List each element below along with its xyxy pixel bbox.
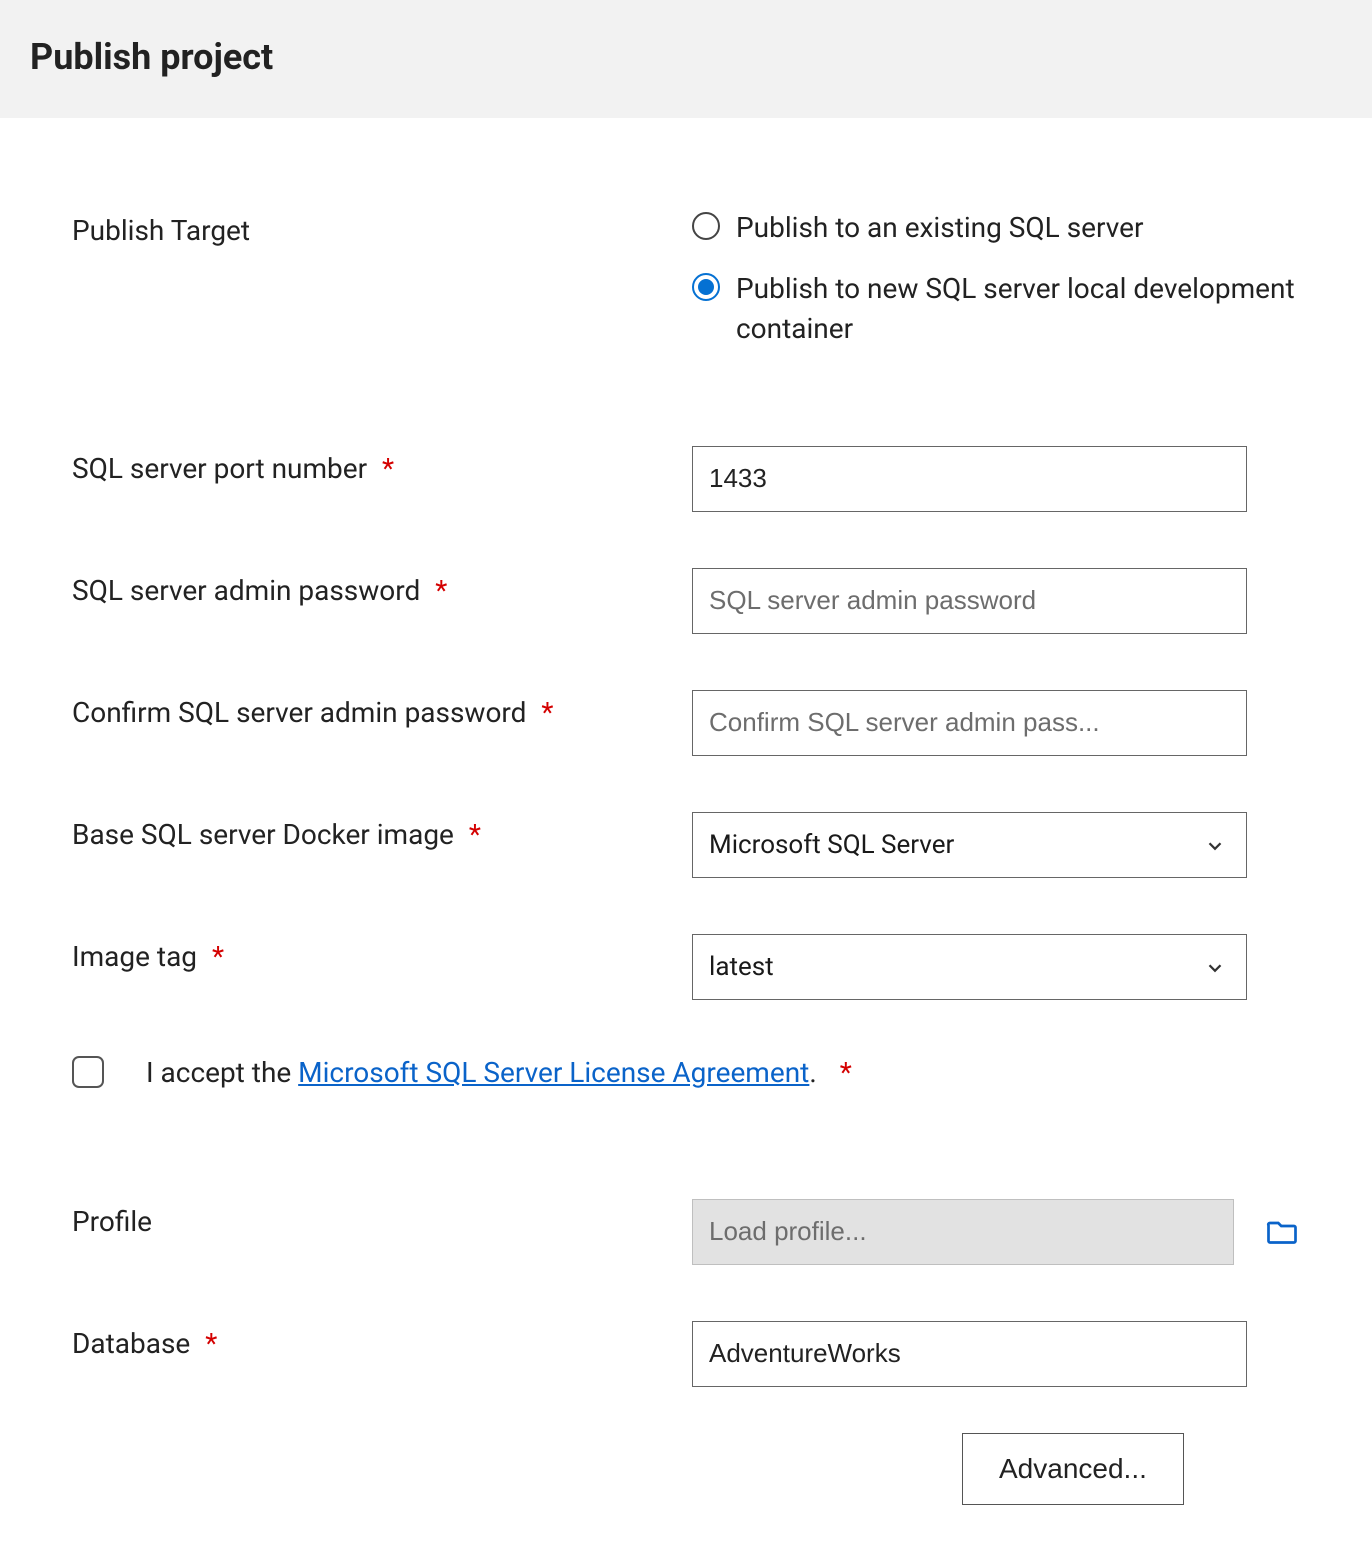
radio-icon [692, 273, 720, 301]
row-admin-password: SQL server admin password * [72, 568, 1300, 634]
label-admin-password-text: SQL server admin password [72, 574, 420, 607]
chevron-down-icon [1204, 834, 1226, 856]
admin-password-input[interactable] [692, 568, 1247, 634]
radio-new-container-label: Publish to new SQL server local developm… [736, 269, 1300, 350]
license-prefix: I accept the [146, 1056, 298, 1089]
image-tag-select[interactable]: latest [692, 934, 1247, 1000]
confirm-password-input[interactable] [692, 690, 1247, 756]
label-port: SQL server port number * [72, 446, 692, 485]
port-input[interactable] [692, 446, 1247, 512]
license-suffix: . [809, 1056, 816, 1089]
label-admin-password: SQL server admin password * [72, 568, 692, 607]
folder-open-icon[interactable] [1264, 1214, 1300, 1250]
required-mark: * [469, 818, 481, 851]
row-docker-image: Base SQL server Docker image * Microsoft… [72, 812, 1300, 878]
label-image-tag-text: Image tag [72, 940, 197, 973]
required-mark: * [212, 940, 224, 973]
row-advanced: Advanced... [962, 1433, 1300, 1505]
database-input[interactable] [692, 1321, 1247, 1387]
required-mark: * [840, 1056, 852, 1089]
label-port-text: SQL server port number [72, 452, 367, 485]
form-body: Publish Target Publish to an existing SQ… [0, 118, 1372, 1565]
required-mark: * [435, 574, 447, 607]
page-title: Publish project [30, 36, 1342, 78]
docker-image-selected: Microsoft SQL Server [709, 830, 954, 860]
image-tag-selected: latest [709, 952, 774, 982]
label-database: Database * [72, 1321, 692, 1360]
label-database-text: Database [72, 1327, 190, 1360]
radio-icon [692, 212, 720, 240]
row-publish-target: Publish Target Publish to an existing SQ… [72, 208, 1300, 350]
row-license-accept: I accept the Microsoft SQL Server Licens… [72, 1056, 1300, 1089]
chevron-down-icon [1204, 956, 1226, 978]
docker-image-select[interactable]: Microsoft SQL Server [692, 812, 1247, 878]
publish-target-radio-group: Publish to an existing SQL server Publis… [692, 208, 1300, 350]
label-profile: Profile [72, 1199, 692, 1238]
radio-new-container[interactable]: Publish to new SQL server local developm… [692, 269, 1300, 350]
radio-existing-sql[interactable]: Publish to an existing SQL server [692, 208, 1300, 249]
label-confirm-password: Confirm SQL server admin password * [72, 690, 692, 729]
dialog-header: Publish project [0, 0, 1372, 118]
row-database: Database * [72, 1321, 1300, 1387]
row-confirm-password: Confirm SQL server admin password * [72, 690, 1300, 756]
required-mark: * [541, 696, 553, 729]
row-port: SQL server port number * [72, 446, 1300, 512]
license-agreement-link[interactable]: Microsoft SQL Server License Agreement [298, 1056, 809, 1089]
label-image-tag: Image tag * [72, 934, 692, 973]
accept-license-checkbox[interactable] [72, 1056, 104, 1088]
license-text: I accept the Microsoft SQL Server Licens… [146, 1056, 852, 1089]
label-publish-target: Publish Target [72, 208, 692, 247]
label-docker-image-text: Base SQL server Docker image [72, 818, 454, 851]
label-docker-image: Base SQL server Docker image * [72, 812, 692, 851]
row-profile: Profile [72, 1199, 1300, 1265]
required-mark: * [205, 1327, 217, 1360]
advanced-button[interactable]: Advanced... [962, 1433, 1184, 1505]
radio-existing-sql-label: Publish to an existing SQL server [736, 208, 1143, 249]
row-image-tag: Image tag * latest [72, 934, 1300, 1000]
required-mark: * [382, 452, 394, 485]
profile-input[interactable] [692, 1199, 1234, 1265]
label-confirm-password-text: Confirm SQL server admin password [72, 696, 526, 729]
